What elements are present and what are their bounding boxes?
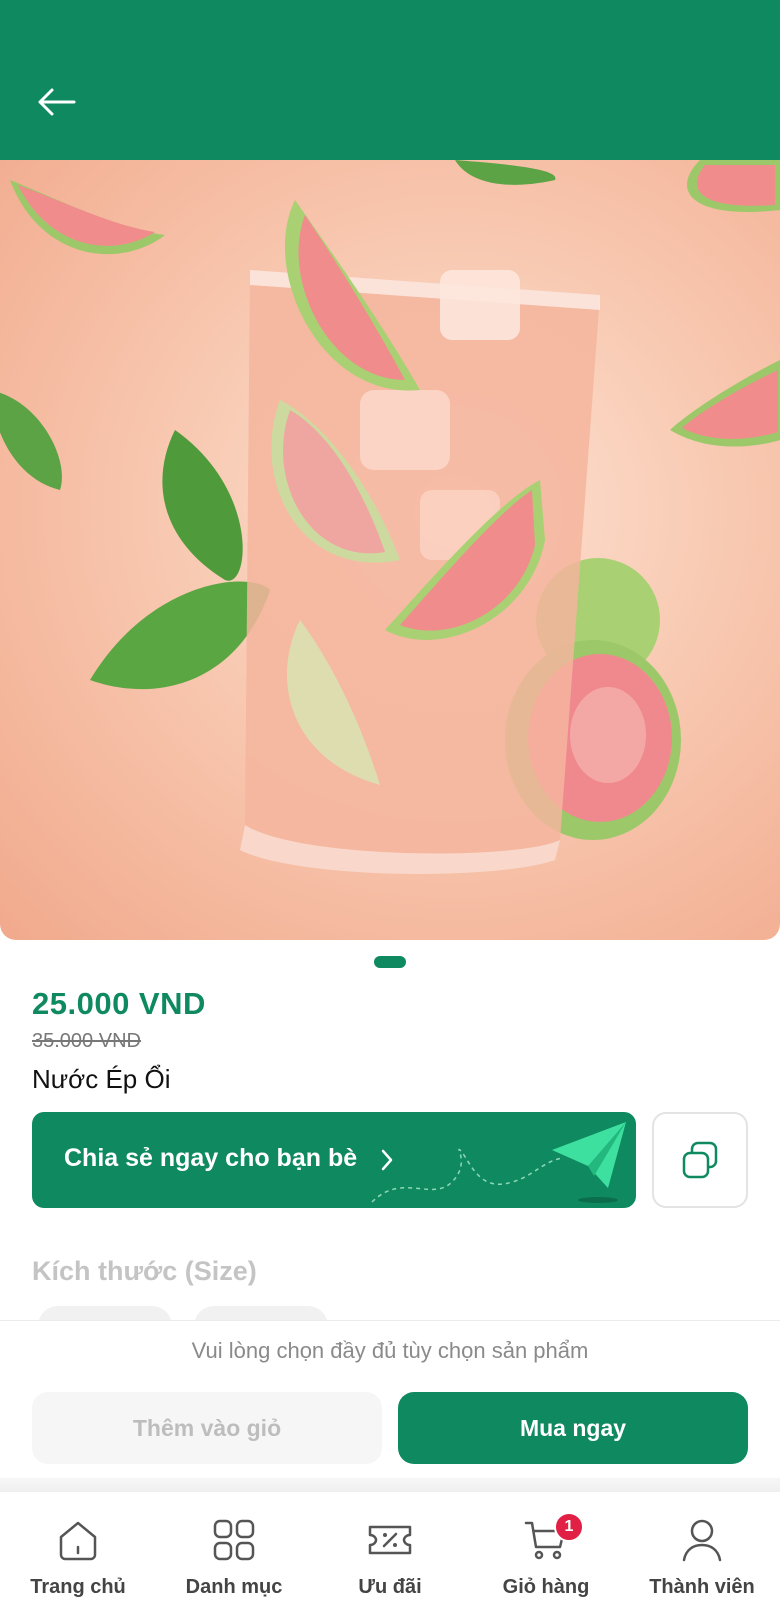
divider bbox=[0, 1478, 780, 1492]
paper-plane-icon bbox=[371, 1122, 626, 1203]
share-label: Chia sẻ ngay cho bạn bè bbox=[64, 1144, 358, 1172]
guava-juice-illustration bbox=[0, 160, 780, 874]
nav-label: Danh mục bbox=[185, 1576, 283, 1598]
nav-item-offers[interactable]: Ưu đãi bbox=[312, 1492, 468, 1624]
nav-item-categories[interactable]: Danh mục bbox=[156, 1492, 312, 1624]
buy-now-button[interactable]: Mua ngay bbox=[398, 1392, 748, 1464]
home-icon bbox=[52, 1514, 104, 1566]
grid-icon bbox=[208, 1514, 260, 1566]
nav-label: Giỏ hàng bbox=[502, 1576, 590, 1598]
product-old-price: 35.000 VND bbox=[32, 1030, 141, 1052]
arrow-left-icon bbox=[38, 88, 76, 116]
nav-label: Thành viên bbox=[649, 1576, 755, 1598]
product-price: 25.000 VND bbox=[32, 986, 206, 1021]
nav-label: Trang chủ bbox=[30, 1576, 126, 1598]
image-pager-indicator bbox=[374, 956, 406, 968]
size-option-title: Kích thước (Size) bbox=[32, 1256, 257, 1286]
option-hint: Vui lòng chọn đầy đủ tùy chọn sản phẩm bbox=[191, 1338, 589, 1363]
cart-count-badge: 1 bbox=[554, 1512, 584, 1542]
voucher-icon bbox=[364, 1514, 416, 1566]
nav-label: Ưu đãi bbox=[358, 1576, 422, 1598]
add-to-cart-button[interactable]: Thêm vào giỏ bbox=[32, 1392, 382, 1464]
copy-icon bbox=[682, 1141, 718, 1179]
share-button[interactable]: Chia sẻ ngay cho bạn bè bbox=[32, 1112, 636, 1208]
product-name: Nước Ép Ổi bbox=[32, 1064, 171, 1094]
nav-item-member[interactable]: Thành viên bbox=[624, 1492, 780, 1624]
app-header bbox=[0, 0, 780, 160]
bottom-navigation: Trang chủ Danh mục Ưu đãi 1 Giỏ hàng Thà… bbox=[0, 1492, 780, 1624]
nav-item-cart[interactable]: 1 Giỏ hàng bbox=[468, 1492, 624, 1624]
nav-item-home[interactable]: Trang chủ bbox=[0, 1492, 156, 1624]
copy-link-button[interactable] bbox=[652, 1112, 748, 1208]
user-icon bbox=[676, 1514, 728, 1566]
back-button[interactable] bbox=[32, 82, 80, 122]
product-image[interactable] bbox=[0, 160, 780, 940]
